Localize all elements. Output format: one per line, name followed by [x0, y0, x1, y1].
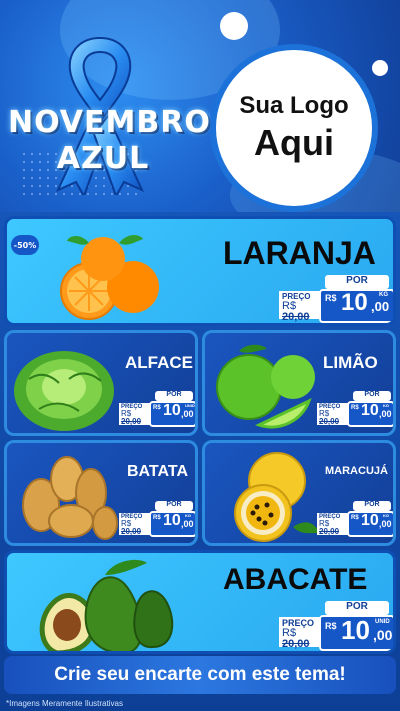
logo-line-2: Aqui [254, 122, 334, 163]
new-price-dec: ,00 [181, 409, 194, 419]
currency-prefix: R$ [351, 405, 359, 411]
new-price-int: 10 [163, 512, 181, 529]
old-price: R$ 20,00 [319, 519, 340, 536]
old-price: R$ 20,00 [319, 409, 340, 426]
new-price-int: 10 [361, 402, 379, 419]
old-price: R$ 20,00 [282, 300, 310, 323]
passion-fruit-icon [234, 452, 319, 542]
unit-label: UNID [375, 619, 390, 625]
new-price-dec: ,00 [379, 409, 392, 419]
new-price-int: 10 [341, 289, 368, 316]
unit-label: KG [379, 292, 388, 298]
por-label: POR [325, 601, 389, 615]
old-price-box: PREÇO R$ 20,00 [317, 513, 349, 536]
currency-prefix: R$ [153, 405, 161, 411]
decor-circle [220, 12, 248, 40]
product-name: MARACUJÁ [325, 465, 388, 477]
old-price-box: PREÇO R$ 20,00 [119, 403, 151, 426]
new-price-dec: ,00 [181, 519, 194, 529]
por-label: POR [353, 501, 391, 511]
por-label: POR [155, 391, 193, 401]
avocado-icon [39, 559, 174, 651]
old-price: R$ 20,00 [121, 519, 142, 536]
new-price-int: 10 [361, 512, 379, 529]
por-label: POR [325, 275, 389, 289]
currency-prefix: R$ [351, 515, 359, 521]
product-card-abacate: ABACATE POR PREÇO R$ 20,00 R$ 10 ,00 UNI… [4, 550, 396, 654]
price-tag: POR PREÇO R$ 20,00 R$ 10 ,00 UNID [119, 391, 195, 433]
product-card-alface: ALFACE POR PREÇO R$ 20,00 R$ 10 ,00 UNID [4, 330, 198, 436]
product-name: BATATA [127, 463, 189, 480]
price-tag: POR PREÇO R$ 20,00 R$ 10 ,00 KG [317, 501, 393, 543]
unit-label: UNID [185, 403, 195, 408]
product-name: LARANJA [223, 235, 376, 271]
unit-label: KG [185, 513, 191, 518]
old-price: R$ 20,00 [282, 627, 310, 650]
old-price-box: PREÇO R$ 20,00 [317, 403, 349, 426]
product-card-limao: LIMÃO POR PREÇO R$ 20,00 R$ 10 ,00 KG [202, 330, 396, 436]
product-name: ALFACE [125, 353, 193, 372]
header-banner: NOVEMBRO AZUL Sua Logo Aqui [0, 0, 400, 212]
new-price-dec: ,00 [373, 627, 393, 643]
old-price: R$ 20,00 [121, 409, 142, 426]
price-tag: POR PREÇO R$ 20,00 R$ 10 ,00 UNID [279, 601, 393, 651]
currency-prefix: R$ [325, 293, 337, 303]
product-card-laranja: -50% LARANJA POR PREÇO R$ 20,00 R$ 10 ,0… [4, 216, 396, 326]
logo-placeholder: Sua Logo Aqui [210, 44, 378, 212]
potato-icon [22, 456, 118, 540]
price-tag: POR PREÇO R$ 20,00 R$ 10 ,00 KG [279, 275, 393, 323]
old-price-box: PREÇO R$ 20,00 [119, 513, 151, 536]
logo-line-1: Sua Logo [239, 92, 349, 119]
product-card-maracuja: MARACUJÁ POR PREÇO R$ 20,00 R$ 10 ,00 KG [202, 440, 396, 546]
new-price-dec: ,00 [379, 519, 392, 529]
campaign-line-2: AZUL [56, 141, 150, 176]
product-card-batata: BATATA POR PREÇO R$ 20,00 R$ 10 ,00 KG [4, 440, 198, 546]
orange-icon [60, 235, 159, 320]
old-price-box: PREÇO R$ 20,00 [279, 291, 321, 323]
price-tag: POR PREÇO R$ 20,00 R$ 10 ,00 KG [119, 501, 195, 543]
currency-prefix: R$ [153, 515, 161, 521]
product-name: ABACATE [223, 563, 368, 596]
campaign-title: NOVEMBRO AZUL [8, 105, 211, 176]
unit-label: KG [383, 513, 389, 518]
currency-prefix: R$ [325, 621, 337, 631]
lettuce-icon [14, 351, 114, 431]
discount-badge: -50% [11, 235, 39, 255]
new-price-int: 10 [341, 615, 370, 645]
cta-banner[interactable]: Crie seu encarte com este tema! [4, 656, 396, 694]
footer-note: *Imagens Meramente Ilustrativas [6, 699, 123, 708]
flyer: NOVEMBRO AZUL Sua Logo Aqui -50% LARANJA… [0, 0, 400, 711]
por-label: POR [353, 391, 391, 401]
lime-icon [216, 344, 315, 429]
unit-label: KG [383, 403, 389, 408]
new-price-int: 10 [163, 402, 181, 419]
product-name: LIMÃO [323, 353, 378, 372]
old-price-box: PREÇO R$ 20,00 [279, 617, 321, 650]
new-price-dec: ,00 [371, 299, 390, 314]
decor-circle [372, 60, 388, 76]
price-tag: POR PREÇO R$ 20,00 R$ 10 ,00 KG [317, 391, 393, 433]
campaign-line-1: NOVEMBRO [8, 105, 211, 140]
por-label: POR [155, 501, 193, 511]
